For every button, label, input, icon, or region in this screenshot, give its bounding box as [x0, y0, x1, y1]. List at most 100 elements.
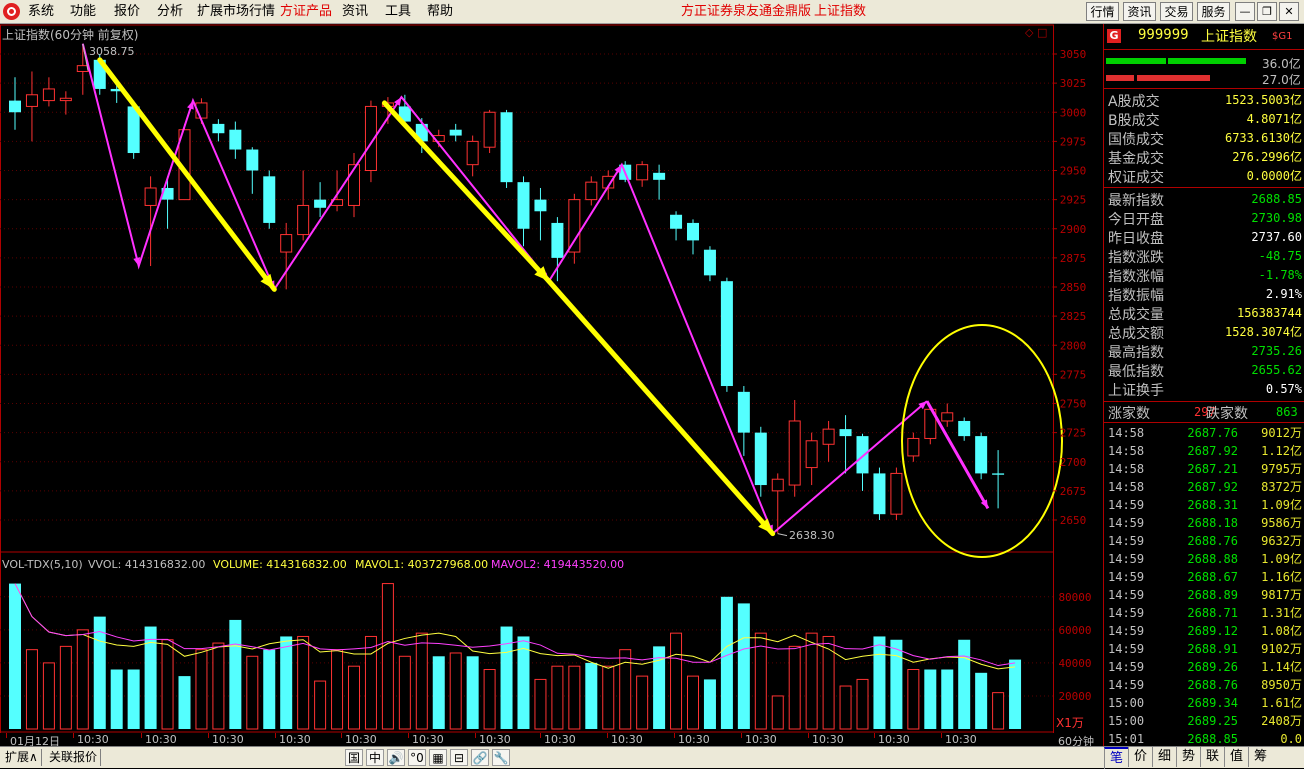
candle-body — [703, 249, 716, 276]
volume-bar — [59, 645, 72, 730]
candle-body — [941, 412, 954, 422]
candle-body — [958, 420, 971, 437]
time-axis-label: 10:30 — [345, 733, 377, 746]
candle — [42, 77, 55, 107]
volume-bar — [415, 632, 428, 730]
minimize-icon[interactable]: — — [1235, 2, 1255, 21]
index-stat-value: -1.78% — [1258, 268, 1302, 282]
tab-button-service[interactable]: 服务 — [1197, 2, 1230, 21]
volume-bar — [42, 662, 55, 730]
candle-body — [466, 140, 479, 166]
chart-options-icon[interactable]: ◇ □ — [1025, 26, 1047, 39]
degree-icon[interactable]: °0 — [408, 749, 426, 766]
wrench-icon[interactable]: 🔧 — [492, 749, 510, 766]
bar1-value: 36.0亿 — [1262, 57, 1301, 71]
tick-volume: 1.09亿 — [1261, 552, 1302, 566]
index-stat-row: 上证换手 0.57% — [1108, 380, 1302, 399]
candle — [76, 43, 89, 95]
tick-row: 14:59 2688.67 1.16亿 — [1108, 568, 1302, 586]
close-icon[interactable]: ✕ — [1279, 2, 1299, 21]
guo-icon[interactable]: 国 — [345, 749, 363, 766]
candle — [314, 182, 327, 218]
menu-item-extended-market[interactable]: 扩展市场行情 — [197, 0, 275, 24]
volume-bar — [449, 652, 462, 730]
menu-item-analysis[interactable]: 分析 — [157, 0, 183, 24]
candle — [297, 170, 310, 241]
zhong-icon[interactable]: 中 — [366, 749, 384, 766]
volume-bar-green-left — [1106, 58, 1166, 64]
turnover-value: 4.8071亿 — [1246, 112, 1302, 126]
tick-time: 14:59 — [1108, 516, 1145, 530]
index-stat-label: 指数涨幅 — [1108, 269, 1164, 285]
menu-item-quote[interactable]: 报价 — [114, 0, 140, 24]
tab-button-news[interactable]: 资讯 — [1123, 2, 1156, 21]
index-stat-label: 今日开盘 — [1108, 212, 1164, 228]
price-axis-label: 2775 — [1060, 368, 1087, 381]
index-stat-value: 2730.98 — [1251, 211, 1302, 225]
tab-price[interactable]: 价 — [1128, 747, 1152, 767]
volume-bar — [212, 642, 225, 730]
candle-body — [737, 391, 750, 433]
volume-bar — [1009, 659, 1022, 729]
link-icon[interactable]: 🔗 — [471, 749, 489, 766]
candle-body — [144, 187, 157, 206]
tab-chips[interactable]: 筹 — [1248, 747, 1272, 767]
sound-icon[interactable]: 🔊 — [387, 749, 405, 766]
index-stat-label: 最低指数 — [1108, 364, 1164, 380]
volume-bar — [890, 639, 903, 729]
tab-button-trade[interactable]: 交易 — [1160, 2, 1193, 21]
menu-item-function[interactable]: 功能 — [70, 0, 96, 24]
tab-value[interactable]: 值 — [1224, 747, 1248, 767]
low-marker-line — [777, 533, 788, 537]
menu-item-news[interactable]: 资讯 — [342, 0, 368, 24]
tick-volume: 1.08亿 — [1261, 624, 1302, 638]
tick-volume: 1.31亿 — [1261, 606, 1302, 620]
menu-item-products[interactable]: 方证产品 — [280, 0, 332, 24]
tab-button-market[interactable]: 行情 — [1086, 2, 1119, 21]
down-count: 863 — [1276, 405, 1298, 419]
turnover-label: 基金成交 — [1108, 151, 1164, 167]
tick-row: 14:59 2688.76 9632万 — [1108, 532, 1302, 550]
tick-time: 14:58 — [1108, 462, 1145, 476]
tick-time: 14:58 — [1108, 480, 1145, 494]
candle — [958, 417, 971, 441]
volume-bar — [754, 632, 767, 730]
restore-icon[interactable]: ❐ — [1257, 2, 1277, 21]
index-stat-row: 今日开盘 2730.98 — [1108, 209, 1302, 228]
mavol2-value: MAVOL2: 419443520.00 — [491, 558, 625, 571]
candle — [805, 432, 818, 486]
price-axis-label: 2850 — [1060, 281, 1087, 294]
tab-ticks[interactable]: 笔 — [1104, 747, 1128, 769]
candle-body — [42, 88, 55, 102]
tick-row: 14:58 2687.76 9012万 — [1108, 424, 1302, 442]
candle — [839, 415, 852, 474]
menu-item-help[interactable]: 帮助 — [427, 0, 453, 24]
tab-link[interactable]: 联 — [1200, 747, 1224, 767]
tick-time: 14:59 — [1108, 660, 1145, 674]
tab-trend[interactable]: 势 — [1176, 747, 1200, 767]
tick-volume: 9586万 — [1261, 516, 1302, 530]
tick-time: 15:00 — [1108, 696, 1145, 710]
volume-bar — [924, 669, 937, 729]
volume-bar — [263, 649, 276, 729]
tab-detail[interactable]: 细 — [1152, 747, 1176, 767]
index-stat-label: 最新指数 — [1108, 193, 1164, 209]
zigzag-arrow-head — [187, 100, 194, 110]
tab-extended[interactable]: 扩展∧ — [2, 749, 42, 766]
price-axis-label: 2675 — [1060, 485, 1087, 498]
tab-related-quotes[interactable]: 关联报价 — [46, 749, 102, 766]
candle-body — [805, 440, 818, 469]
tick-row: 15:00 2689.34 1.61亿 — [1108, 694, 1302, 712]
candle — [992, 450, 1005, 509]
chart-area[interactable]: 3050 3025 3000 2975 2950 2925 2900 2875 2850 2825… — [0, 24, 1103, 746]
turnover-row: 权证成交 0.0000亿 — [1108, 167, 1302, 186]
time-axis-tick — [475, 733, 476, 738]
candle-body — [873, 473, 886, 515]
volume-bar — [466, 656, 479, 729]
window-icon[interactable]: ⊟ — [450, 749, 468, 766]
menu-item-system[interactable]: 系统 — [28, 0, 54, 24]
volume-bar — [280, 636, 293, 729]
menu-item-tools[interactable]: 工具 — [385, 0, 411, 24]
volume-bar-red-left — [1106, 75, 1134, 81]
keyboard-icon[interactable]: ▦ — [429, 749, 447, 766]
